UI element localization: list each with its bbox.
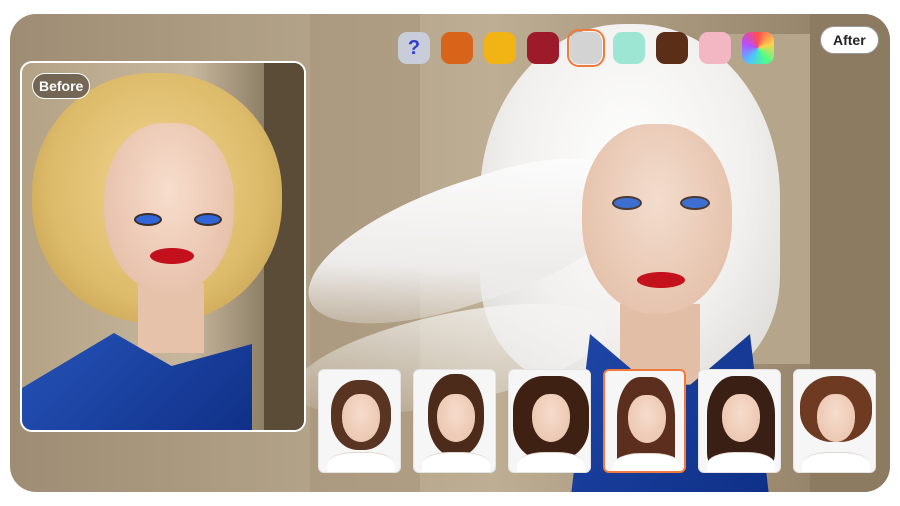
- swatch-mint[interactable]: [613, 32, 645, 64]
- swatch-silver[interactable]: [567, 29, 605, 67]
- right-eye: [680, 196, 710, 210]
- question-icon: ?: [407, 36, 421, 59]
- before-panel: Before: [20, 61, 306, 432]
- hairstyle-bob[interactable]: [318, 369, 401, 473]
- thumb-face: [817, 394, 855, 442]
- before-right-eye: [194, 213, 222, 226]
- hairstyle-curly[interactable]: [508, 369, 591, 473]
- swatch-burgundy[interactable]: [527, 32, 559, 64]
- swatch-rainbow[interactable]: [742, 32, 774, 64]
- hairstyle-list: [318, 369, 876, 473]
- hairstyle-double-bun[interactable]: [793, 369, 876, 473]
- left-eye: [612, 196, 642, 210]
- thumb-face: [532, 394, 570, 442]
- before-face: [104, 123, 234, 293]
- before-label: Before: [32, 73, 91, 99]
- after-label[interactable]: After: [820, 26, 879, 54]
- swatch-chocolate[interactable]: [656, 32, 688, 64]
- thumb-face: [342, 394, 380, 442]
- thumb-shirt: [327, 452, 395, 472]
- swatch-golden[interactable]: [484, 32, 516, 64]
- thumb-face: [628, 395, 666, 443]
- hairstyle-braids[interactable]: [698, 369, 781, 473]
- thumb-shirt: [802, 452, 870, 472]
- thumb-shirt: [422, 452, 490, 472]
- preview-stage: ? After Before: [10, 14, 890, 492]
- swatch-copper[interactable]: [441, 32, 473, 64]
- thumb-face: [437, 394, 475, 442]
- swatch-unknown[interactable]: ?: [398, 32, 430, 64]
- before-red-lips: [150, 248, 194, 264]
- before-left-eye: [134, 213, 162, 226]
- red-lips: [637, 272, 685, 288]
- thumb-shirt: [517, 452, 585, 472]
- before-blue-dress: [22, 333, 252, 430]
- hair-color-swatches: ?: [398, 29, 774, 67]
- thumb-face: [722, 394, 760, 442]
- thumb-shirt: [613, 453, 681, 471]
- thumb-shirt: [707, 452, 775, 472]
- hairstyle-long-straight[interactable]: [603, 369, 686, 473]
- hairstyle-updo-bangs[interactable]: [413, 369, 496, 473]
- before-neck: [138, 283, 204, 353]
- swatch-pink[interactable]: [699, 32, 731, 64]
